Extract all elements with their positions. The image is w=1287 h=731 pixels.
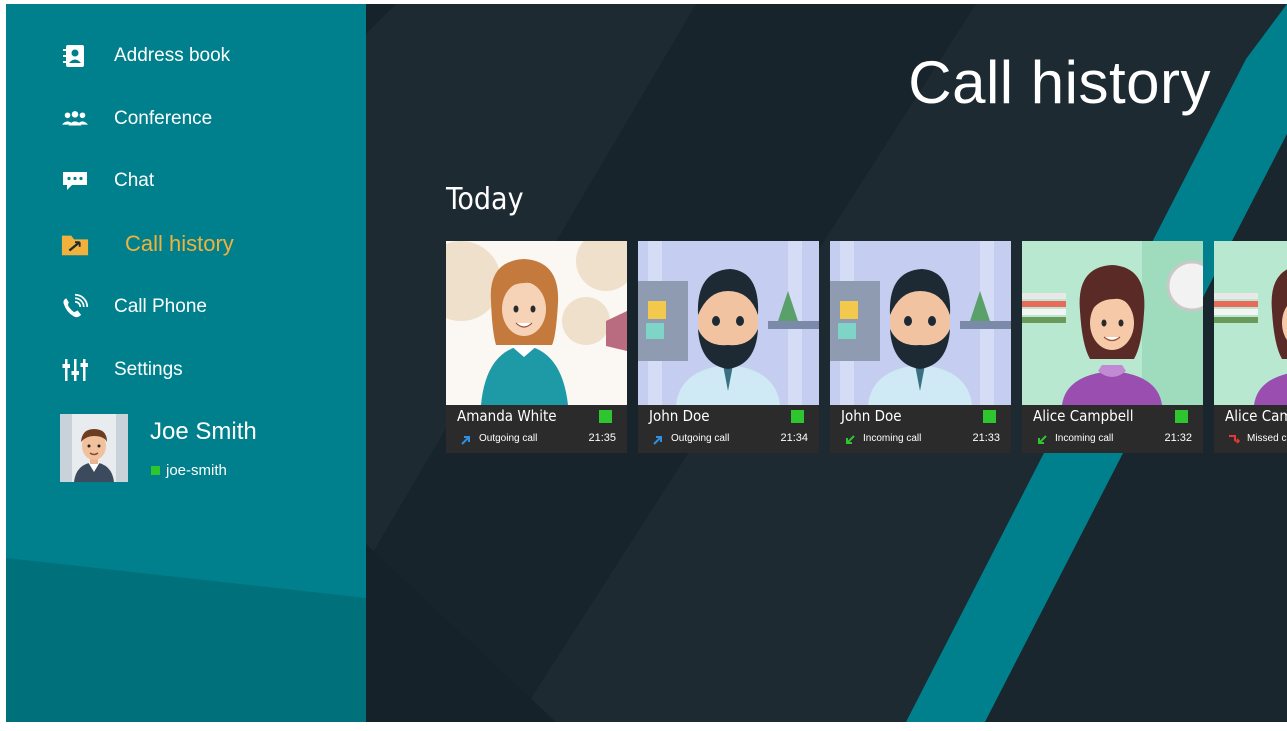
chat-icon: [61, 169, 89, 193]
online-status-indicator: [599, 410, 612, 423]
sidebar-item-conference[interactable]: Conference: [6, 94, 366, 144]
profile-name: Joe Smith: [150, 418, 257, 445]
call-history-list: Amanda White Outgoing call 21:35 John Do…: [446, 241, 1287, 453]
online-status-indicator: [983, 410, 996, 423]
missed-call-icon: [1228, 433, 1241, 445]
incoming-call-icon: [844, 433, 856, 445]
conference-icon: [61, 107, 89, 131]
sidebar-item-label: Call history: [125, 231, 234, 256]
app-window: Address book Conference Chat Call histor…: [6, 4, 1287, 722]
call-time: 21:34: [780, 432, 808, 444]
call-direction: Missed call: [1247, 433, 1287, 444]
call-direction: Outgoing call: [479, 433, 538, 444]
user-profile[interactable]: Joe Smith joe-smith: [60, 414, 360, 494]
sidebar-item-call-history[interactable]: Call history: [6, 219, 366, 269]
online-status-indicator: [1175, 410, 1188, 423]
online-status-indicator: [151, 466, 160, 475]
call-time: 21:32: [1164, 432, 1192, 444]
call-direction: Incoming call: [863, 433, 922, 444]
online-status-indicator: [791, 410, 804, 423]
contact-name: John Doe: [649, 407, 710, 425]
call-phone-icon: [61, 293, 89, 319]
avatar: [60, 414, 128, 482]
settings-icon: [61, 358, 89, 382]
sidebar-item-settings[interactable]: Settings: [6, 345, 366, 395]
call-card[interactable]: John Doe Outgoing call 21:34: [638, 241, 819, 453]
contact-photo: [830, 241, 1011, 405]
contact-name: Alice Campbell: [1033, 407, 1134, 425]
incoming-call-icon: [1036, 433, 1048, 445]
contact-name: Alice Campbell: [1225, 407, 1287, 425]
outgoing-call-icon: [460, 433, 472, 445]
contact-photo: [638, 241, 819, 405]
call-time: 21:33: [972, 432, 1000, 444]
sidebar-item-label: Call Phone: [114, 296, 207, 317]
contact-name: John Doe: [841, 407, 902, 425]
sidebar-item-address-book[interactable]: Address book: [6, 31, 366, 81]
sidebar-item-call-phone[interactable]: Call Phone: [6, 282, 366, 332]
contact-photo: [1022, 241, 1203, 405]
call-card[interactable]: John Doe Incoming call 21:33: [830, 241, 1011, 453]
call-direction: Outgoing call: [671, 433, 730, 444]
section-heading-today: Today: [446, 182, 524, 217]
contact-name: Amanda White: [457, 407, 557, 425]
sidebar-item-label: Conference: [114, 108, 213, 129]
call-card[interactable]: Amanda White Outgoing call 21:35: [446, 241, 627, 453]
contact-photo: [1214, 241, 1287, 405]
call-time: 21:35: [588, 432, 616, 444]
profile-handle: joe-smith: [166, 462, 227, 479]
main-content: Call history Today Amanda White Outgoing…: [366, 4, 1287, 722]
sidebar-item-label: Settings: [114, 359, 183, 380]
call-card[interactable]: Alice Campbell Incoming call 21:32: [1022, 241, 1203, 453]
sidebar-item-label: Chat: [114, 170, 155, 191]
sidebar-item-chat[interactable]: Chat: [6, 156, 366, 206]
contact-photo: [446, 241, 627, 405]
page-title: Call history: [908, 49, 1211, 116]
sidebar-item-label: Address book: [114, 45, 231, 66]
call-direction: Incoming call: [1055, 433, 1114, 444]
sidebar: Address book Conference Chat Call histor…: [6, 4, 366, 722]
outgoing-call-icon: [652, 433, 664, 445]
call-card[interactable]: Alice Campbell Missed call: [1214, 241, 1287, 453]
address-book-icon: [61, 44, 89, 68]
call-history-icon: [61, 232, 89, 256]
